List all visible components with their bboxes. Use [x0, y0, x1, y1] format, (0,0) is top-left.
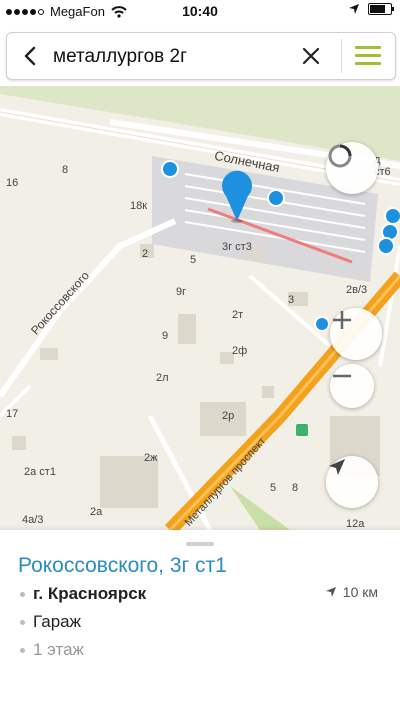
building-label: 8: [292, 482, 299, 494]
place-floors-row: 1 этаж: [20, 640, 84, 660]
building-label: 5: [190, 254, 197, 266]
place-card[interactable]: Рокоссовского, 3г ст1 10 км г. Красноярс…: [0, 530, 400, 711]
zoom-out-button[interactable]: [330, 364, 374, 408]
place-city-row: г. Красноярск: [20, 584, 146, 604]
close-icon[interactable]: [299, 44, 323, 68]
building-label: 2в/3: [346, 284, 368, 296]
zoom-in-button[interactable]: [330, 308, 382, 360]
back-arrow-icon[interactable]: [19, 44, 43, 68]
building-label: 4а/3: [22, 514, 44, 526]
location-arrow-icon: [349, 4, 359, 14]
my-location-button[interactable]: [326, 456, 378, 508]
building-label: 12а: [346, 518, 365, 530]
search-box[interactable]: металлургов 2г: [6, 32, 396, 80]
hamburger-menu-icon[interactable]: [355, 46, 381, 66]
building-label: 2ф: [232, 345, 248, 357]
building-label: 5: [270, 482, 277, 494]
building-label: 2а ст1: [24, 466, 56, 478]
bullet-icon: [20, 619, 25, 625]
building-label: 2ж: [144, 452, 158, 464]
building-label: 2т: [232, 309, 244, 321]
building-label: 3: [288, 294, 295, 306]
compass-icon: [328, 144, 352, 168]
place-city: г. Красноярск: [33, 584, 147, 603]
place-type: Гараж: [33, 612, 81, 631]
search-bar: металлургов 2г: [0, 24, 400, 86]
search-input[interactable]: металлургов 2г: [53, 46, 187, 68]
building-label: 3г ст3: [222, 241, 252, 253]
clock: 10:40: [182, 3, 218, 19]
distance-value: 10 км: [342, 584, 378, 600]
map-view[interactable]: Солнечная Рокоссовского Металлургов прос…: [0, 86, 400, 530]
building-label: 18к: [130, 200, 148, 212]
status-bar: MegaFon 10:40: [0, 0, 400, 24]
navigation-arrow-icon: [329, 459, 345, 475]
building-label: 16: [6, 177, 19, 189]
building-label: 17: [6, 408, 19, 420]
location-arrow-icon: [325, 587, 336, 597]
bullet-icon: [20, 591, 25, 597]
drag-handle[interactable]: [186, 542, 214, 546]
building-label: 9: [162, 330, 169, 342]
building-label: 2р: [222, 410, 235, 422]
building-label: 8: [62, 164, 69, 176]
battery-icon: [368, 3, 394, 15]
divider: [341, 39, 342, 73]
building-label: 2а: [90, 506, 103, 518]
place-type-row: Гараж: [20, 612, 81, 632]
building-label: 9г: [176, 286, 187, 298]
plus-icon: [333, 311, 351, 329]
place-title: Рокоссовского, 3г ст1: [18, 554, 227, 577]
minus-icon: [333, 374, 351, 378]
compass-button[interactable]: [326, 142, 378, 194]
building-label: 2: [142, 248, 149, 260]
building-label: 2л: [156, 372, 169, 384]
bullet-icon: [20, 647, 25, 653]
place-floors: 1 этаж: [33, 640, 84, 659]
distance: 10 км: [325, 584, 378, 600]
